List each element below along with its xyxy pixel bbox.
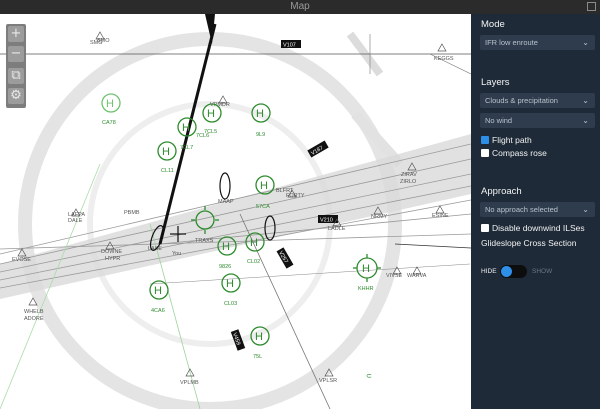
mode-select[interactable]: IFR low enroute ⌄: [480, 35, 595, 50]
heliport-57ca-label: 57CA: [256, 204, 270, 210]
fix-warva: WARVA: [407, 273, 427, 279]
wind-layer-select[interactable]: No wind ⌄: [480, 113, 595, 128]
chevron-down-icon: ⌄: [582, 38, 589, 47]
fix-hypr: HYPR: [105, 256, 120, 262]
map-drawing: V107 V210 V187 V257 V459 KEGGS SMO SMG V…: [0, 14, 471, 409]
svg-text:H: H: [162, 146, 170, 158]
heliport-khhr-label: KHHR: [358, 286, 374, 292]
fix-keggs: KEGGS: [434, 56, 454, 62]
disable-downwind-label: Disable downwind ILSes: [492, 223, 585, 233]
mode-select-value: IFR low enroute: [485, 38, 538, 47]
heliport-cl02-label: CL02: [247, 259, 260, 265]
weather-layer-select[interactable]: Clouds & precipitation ⌄: [480, 93, 595, 108]
heliport-7cl7: H 7CL7: [157, 141, 193, 161]
approach-select[interactable]: No approach selected ⌄: [480, 202, 595, 217]
checkbox-unchecked-icon: [481, 149, 489, 157]
toggle-knob[interactable]: [501, 266, 512, 277]
heliport-7cl7-label: 7CL7: [180, 145, 193, 151]
you-label: You: [172, 251, 181, 257]
approach-select-value: No approach selected: [485, 205, 558, 214]
heliport-9826-label: 9826: [219, 264, 231, 270]
zoom-out-button[interactable]: −: [8, 46, 24, 62]
heliport-7cl5: H7CL5: [202, 103, 222, 135]
weather-layer-value: Clouds & precipitation: [485, 96, 558, 105]
control-panel: Mode IFR low enroute ⌄ Layers Clouds & p…: [471, 14, 600, 409]
chevron-down-icon: ⌄: [582, 116, 589, 125]
heliport-9l9-label: 9L9: [256, 132, 265, 138]
airway-label-v210: V210: [320, 218, 333, 224]
map-zoom-controls: + − ⧉ ⚙: [6, 24, 26, 108]
svg-text:H: H: [250, 237, 258, 249]
fix-evose: EVOSE: [12, 257, 31, 263]
fix-adore: ADORE: [24, 316, 44, 322]
heliport-cl11: CL11: [161, 168, 174, 174]
heliport-cl11-label: CL11: [161, 168, 174, 174]
flight-path-checkbox[interactable]: Flight path: [481, 135, 532, 145]
svg-text:H: H: [106, 98, 114, 110]
glideslope-heading: Glideslope Cross Section: [481, 238, 577, 248]
heliport-7cl6-label: 7CL6: [196, 133, 209, 139]
airway-label-v257: V257: [277, 250, 289, 264]
fix-blfrt: BLFRT: [276, 188, 294, 194]
airway-label-v187: V187: [310, 145, 324, 157]
window-title: Map: [290, 1, 310, 12]
fix-vivse: VIVSE: [386, 273, 403, 279]
svg-text:H: H: [362, 263, 370, 275]
fix-smg: SMG: [90, 40, 103, 46]
airway-label-v107: V107: [283, 43, 296, 49]
fix-nrmy: NRMY: [371, 214, 388, 220]
fix-whelb: WHELB: [24, 309, 44, 315]
toggle-show-label: SHOW: [532, 268, 553, 275]
layers-heading: Layers: [481, 77, 510, 88]
chevron-down-icon: ⌄: [582, 205, 589, 214]
flight-path-label: Flight path: [492, 135, 532, 145]
fix-ladle: LADLE: [328, 226, 346, 232]
svg-text:H: H: [256, 108, 264, 120]
compass-rose-label: Compass rose: [492, 148, 547, 158]
svg-text:H: H: [260, 180, 268, 192]
fix-maap: MAAP: [218, 199, 234, 205]
map-canvas[interactable]: V107 V210 V187 V257 V459 KEGGS SMO SMG V…: [0, 14, 471, 409]
heliport-cl03: H CL03: [221, 273, 241, 307]
chevron-down-icon: ⌄: [582, 96, 589, 105]
checkbox-checked-icon: [481, 136, 489, 144]
heliport-4ca6: H 4CA6: [149, 280, 169, 314]
svg-text:H: H: [182, 122, 190, 134]
compass-rose-checkbox[interactable]: Compass rose: [481, 148, 547, 158]
approach-heading: Approach: [481, 186, 522, 197]
heliport-ca78: H CA78: [101, 93, 121, 126]
fix-vplmb: VPLMB: [180, 380, 199, 386]
disable-downwind-checkbox[interactable]: Disable downwind ILSes: [481, 223, 585, 233]
svg-text:H: H: [226, 278, 234, 290]
toggle-hide-label: HIDE: [481, 268, 497, 275]
svg-text:H: H: [207, 108, 215, 120]
fix-downe: DOWNE: [101, 249, 122, 255]
settings-icon[interactable]: ⚙: [8, 88, 24, 104]
fix-dale: DALE: [68, 218, 83, 224]
window-titlebar: Map: [0, 0, 600, 14]
zoom-in-button[interactable]: +: [8, 26, 24, 42]
svg-text:H: H: [222, 241, 230, 253]
fix-zirav: ZIRAV: [401, 172, 417, 178]
heliport-cl03-label: CL03: [224, 301, 237, 307]
map-symbol: ⊂: [366, 373, 372, 380]
heliport-4ca6-label: 4CA6: [151, 308, 165, 314]
wind-layer-value: No wind: [485, 116, 513, 125]
svg-text:H: H: [154, 285, 162, 297]
restore-window-icon[interactable]: [587, 2, 596, 11]
fix-vplsr: VPLSR: [319, 378, 337, 384]
fix-traxs: TRAXS: [195, 238, 214, 244]
fix-esine: ESINE: [432, 213, 449, 219]
checkbox-unchecked-icon: [481, 224, 489, 232]
mode-heading: Mode: [481, 19, 505, 30]
heliport-ca78-label: CA78: [102, 120, 116, 126]
layers-icon[interactable]: ⧉: [8, 68, 24, 84]
svg-text:H: H: [255, 331, 263, 343]
airway-segment: [394, 243, 471, 249]
fix-zirlo: ZIRLO: [400, 179, 417, 185]
fix-pbmb: PBMB: [124, 210, 140, 216]
heliport-75l-label: 75L: [253, 354, 262, 360]
